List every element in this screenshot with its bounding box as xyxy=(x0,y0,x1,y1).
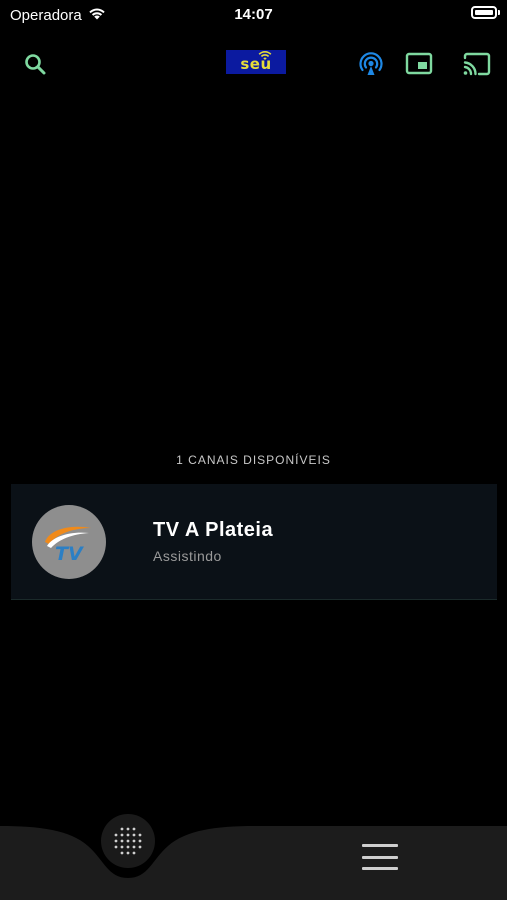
bottom-bar xyxy=(0,826,507,900)
top-toolbar: seu xyxy=(0,44,507,84)
battery-icon xyxy=(471,6,500,19)
channel-logo: TV xyxy=(32,505,106,579)
channel-grid-button[interactable] xyxy=(101,814,155,868)
picture-in-picture-icon xyxy=(405,52,433,75)
menu-icon-line xyxy=(362,867,398,870)
status-bar: Operadora 14:07 xyxy=(0,0,507,28)
status-time: 14:07 xyxy=(234,6,273,23)
picture-in-picture-button[interactable] xyxy=(403,48,435,80)
live-broadcast-icon xyxy=(359,52,383,75)
logo-signal-icon xyxy=(258,51,272,60)
channel-count-label: 1 CANAIS DISPONÍVEIS xyxy=(176,453,331,467)
cast-button[interactable] xyxy=(461,48,493,80)
menu-icon-line xyxy=(362,855,398,859)
dot-grid-icon xyxy=(114,827,142,855)
app-logo: seu xyxy=(226,50,286,74)
channel-status: Assistindo xyxy=(153,548,222,564)
menu-button[interactable] xyxy=(362,844,398,870)
cast-icon xyxy=(463,52,491,76)
tv-logo-icon: TV xyxy=(45,526,91,564)
channel-card[interactable]: TV TV A Plateia Assistindo xyxy=(11,484,497,600)
search-icon xyxy=(25,54,46,75)
channel-name: TV A Plateia xyxy=(153,519,274,541)
channel-logo-text: TV xyxy=(55,543,84,564)
search-button[interactable] xyxy=(19,48,51,80)
menu-icon-line xyxy=(362,844,398,847)
live-broadcast-button[interactable] xyxy=(355,48,387,80)
